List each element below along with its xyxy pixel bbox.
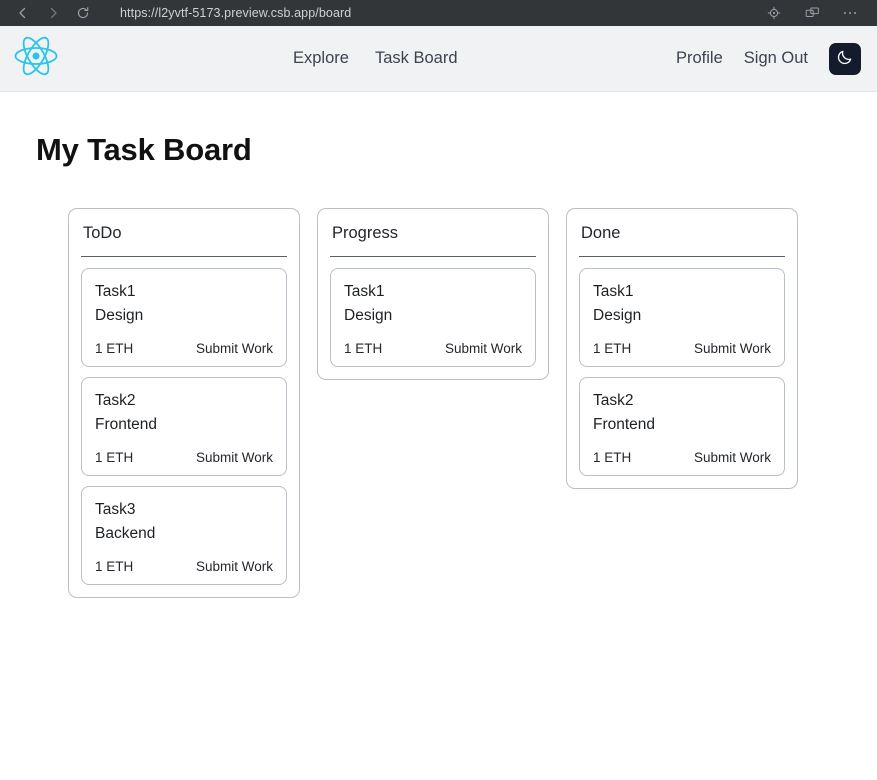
task-card[interactable]: Task3 Backend 1 ETH Submit Work	[81, 486, 287, 586]
nav-link-sign-out[interactable]: Sign Out	[744, 49, 808, 68]
task-footer: 1 ETH Submit Work	[344, 341, 522, 356]
task-title: Task2	[95, 392, 136, 410]
task-reward: 1 ETH	[95, 559, 134, 575]
theme-toggle-button[interactable]	[829, 42, 861, 75]
reload-button[interactable]	[68, 0, 98, 26]
task-card[interactable]: Task1 Design 1 ETH Submit Work	[579, 268, 785, 368]
task-title: Task1	[344, 283, 385, 300]
task-reward: 1 ETH	[95, 450, 134, 466]
task-description: Design	[344, 307, 393, 325]
task-card[interactable]: Task2 Frontend 1 ETH Submit Work	[81, 377, 287, 477]
more-options-button[interactable]	[835, 0, 865, 26]
submit-work-button[interactable]: Submit Work	[694, 450, 771, 465]
chevron-right-icon	[46, 6, 60, 20]
task-card[interactable]: Task1 Design 1 ETH Submit Work	[330, 268, 536, 368]
board-column: ToDo Task1 Design 1 ETH Submit Work Task2 Fron…	[68, 208, 300, 599]
task-reward: 1 ETH	[95, 341, 134, 357]
nav-link-explore[interactable]: Explore	[293, 49, 349, 68]
reload-icon	[76, 6, 90, 20]
task-card[interactable]: Task1 Design 1 ETH Submit Work	[81, 268, 287, 368]
split-window-button[interactable]	[797, 0, 827, 26]
task-footer: 1 ETH Submit Work	[593, 450, 771, 465]
back-button[interactable]	[8, 0, 38, 26]
column-task-list: Task1 Design 1 ETH Submit Work	[330, 257, 536, 368]
split-window-icon	[805, 6, 820, 20]
task-footer: 1 ETH Submit Work	[95, 559, 273, 574]
task-title: Task1	[593, 283, 634, 300]
submit-work-button[interactable]: Submit Work	[196, 559, 273, 574]
task-description: Design	[593, 307, 642, 325]
task-title: Task2	[593, 392, 634, 410]
crosshair-target-icon	[767, 6, 781, 20]
task-reward: 1 ETH	[593, 341, 632, 357]
task-title: Task3	[95, 501, 136, 519]
task-description: Frontend	[593, 416, 656, 434]
task-board: ToDo Task1 Design 1 ETH Submit Work Task2 Fron…	[36, 208, 841, 599]
task-card[interactable]: Task2 Frontend 1 ETH Submit Work	[579, 377, 785, 477]
account-nav: Profile Sign Out	[676, 42, 861, 75]
task-reward: 1 ETH	[344, 341, 383, 357]
column-title: ToDo	[81, 222, 287, 257]
forward-button[interactable]	[38, 0, 68, 26]
submit-work-button[interactable]: Submit Work	[445, 341, 522, 356]
inspect-button[interactable]	[759, 0, 789, 26]
browser-actions	[759, 0, 869, 26]
nav-link-profile[interactable]: Profile	[676, 49, 723, 68]
chevron-left-icon	[16, 6, 30, 20]
column-title: Done	[579, 222, 785, 257]
page-content: My Task Board ToDo Task1 Design 1 ETH Submit…	[0, 132, 877, 599]
column-task-list: Task1 Design 1 ETH Submit Work Task2 Frontend…	[81, 257, 287, 586]
moon-icon	[836, 48, 854, 69]
task-footer: 1 ETH Submit Work	[95, 341, 273, 356]
task-description: Design	[95, 307, 144, 325]
nav-link-task-board[interactable]: Task Board	[375, 49, 458, 68]
submit-work-button[interactable]: Submit Work	[694, 341, 771, 356]
app-header: Explore Task Board Profile Sign Out	[0, 26, 877, 92]
board-column: Progress Task1 Design 1 ETH Submit Work	[317, 208, 549, 381]
more-options-icon	[842, 6, 858, 20]
submit-work-button[interactable]: Submit Work	[196, 450, 273, 465]
task-title: Task1	[95, 283, 136, 300]
react-logo-icon	[12, 34, 60, 83]
task-footer: 1 ETH Submit Work	[95, 450, 273, 465]
brand-logo-link[interactable]	[12, 34, 60, 83]
task-description: Frontend	[95, 416, 158, 434]
page-title: My Task Board	[36, 132, 252, 167]
column-task-list: Task1 Design 1 ETH Submit Work Task2 Frontend…	[579, 257, 785, 477]
task-reward: 1 ETH	[593, 450, 632, 466]
address-bar[interactable]: https://l2yvtf-5173.preview.csb.app/boar…	[98, 6, 759, 20]
column-title: Progress	[330, 222, 536, 257]
board-column: Done Task1 Design 1 ETH Submit Work Task2 Fron…	[566, 208, 798, 490]
url-text: https://l2yvtf-5173.preview.csb.app/boar…	[120, 6, 352, 20]
primary-nav: Explore Task Board	[293, 49, 458, 68]
task-description: Backend	[95, 525, 156, 543]
submit-work-button[interactable]: Submit Work	[196, 341, 273, 356]
task-footer: 1 ETH Submit Work	[593, 341, 771, 356]
browser-toolbar: https://l2yvtf-5173.preview.csb.app/boar…	[0, 0, 877, 26]
